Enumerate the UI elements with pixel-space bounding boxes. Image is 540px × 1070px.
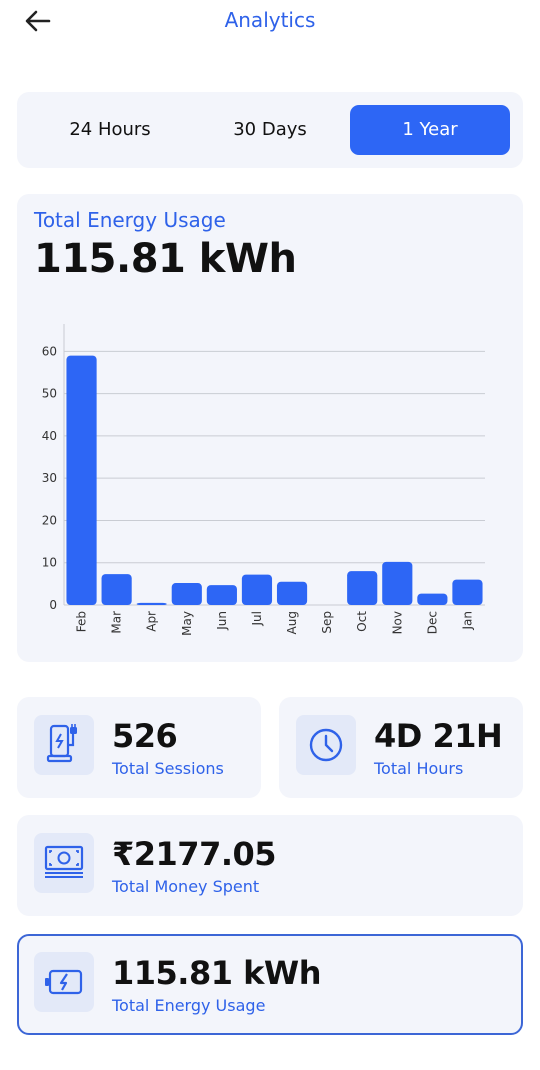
y-tick-label: 0 <box>49 598 57 612</box>
x-tick-label: Jul <box>250 611 264 626</box>
cash-icon <box>44 845 84 878</box>
bar-feb <box>66 355 97 605</box>
bar-aug <box>276 581 308 605</box>
cash-icon-box <box>34 833 94 893</box>
page-title: Analytics <box>224 8 316 32</box>
bar-mar <box>101 574 132 605</box>
x-tick-label: Aug <box>285 611 299 634</box>
bar-nov <box>382 561 413 605</box>
tab-24-hours[interactable]: 24 Hours <box>30 105 190 155</box>
x-tick-label: Dec <box>425 611 439 634</box>
total-hours-label: Total Hours <box>374 759 464 778</box>
tab-1-year[interactable]: 1 Year <box>350 105 510 155</box>
x-tick-label: May <box>180 611 194 636</box>
y-tick-label: 60 <box>42 344 57 358</box>
charger-icon-box <box>34 715 94 775</box>
total-money-value: ₹2177.05 <box>112 835 277 873</box>
total-sessions-value: 526 <box>112 717 178 755</box>
y-tick-label: 20 <box>42 513 57 527</box>
y-tick-label: 10 <box>42 556 57 570</box>
app-header: Analytics <box>0 0 540 44</box>
x-tick-label: Feb <box>75 611 89 632</box>
y-tick-label: 50 <box>42 387 57 401</box>
total-money-label: Total Money Spent <box>112 877 260 896</box>
x-tick-label: Apr <box>145 611 159 632</box>
bar-oct <box>347 571 378 605</box>
charger-icon <box>46 724 77 763</box>
total-sessions-label: Total Sessions <box>112 759 224 778</box>
x-tick-label: Nov <box>390 611 404 634</box>
clock-icon <box>309 728 343 762</box>
x-tick-label: Mar <box>110 611 124 634</box>
clock-icon-box <box>296 715 356 775</box>
bar-jun <box>206 585 237 605</box>
x-tick-label: Oct <box>355 611 369 632</box>
x-tick-label: Jan <box>460 611 474 631</box>
total-energy-value: 115.81 kWh <box>112 954 321 992</box>
total-money-card: ₹2177.05 Total Money Spent <box>17 815 523 916</box>
battery-icon <box>45 969 83 995</box>
total-hours-card: 4D 21H Total Hours <box>279 697 523 798</box>
x-tick-label: Sep <box>320 611 334 634</box>
bar-jan <box>452 579 483 605</box>
bar-may <box>171 583 202 605</box>
energy-usage-chart-card: Total Energy Usage 115.81 kWh 0 10 20 30 40 5… <box>17 194 523 662</box>
total-sessions-card: 526 Total Sessions <box>17 697 261 798</box>
bar-chart: 0 10 20 30 40 50 60 Feb Mar Apr May Jun Jul Aug Sep Oct… <box>42 324 485 636</box>
bar-jul <box>241 574 273 605</box>
total-energy-label: Total Energy Usage <box>112 996 266 1015</box>
bar-apr <box>136 602 167 605</box>
x-tick-label: Jun <box>215 611 229 631</box>
battery-icon-box <box>34 952 94 1012</box>
y-tick-label: 30 <box>42 471 57 485</box>
total-hours-value: 4D 21H <box>374 717 503 755</box>
bar-dec <box>417 593 448 605</box>
time-range-selector: 24 Hours 30 Days 1 Year <box>17 92 523 168</box>
tab-30-days[interactable]: 30 Days <box>190 105 350 155</box>
y-tick-label: 40 <box>42 429 57 443</box>
total-energy-card[interactable]: 115.81 kWh Total Energy Usage <box>17 934 523 1035</box>
